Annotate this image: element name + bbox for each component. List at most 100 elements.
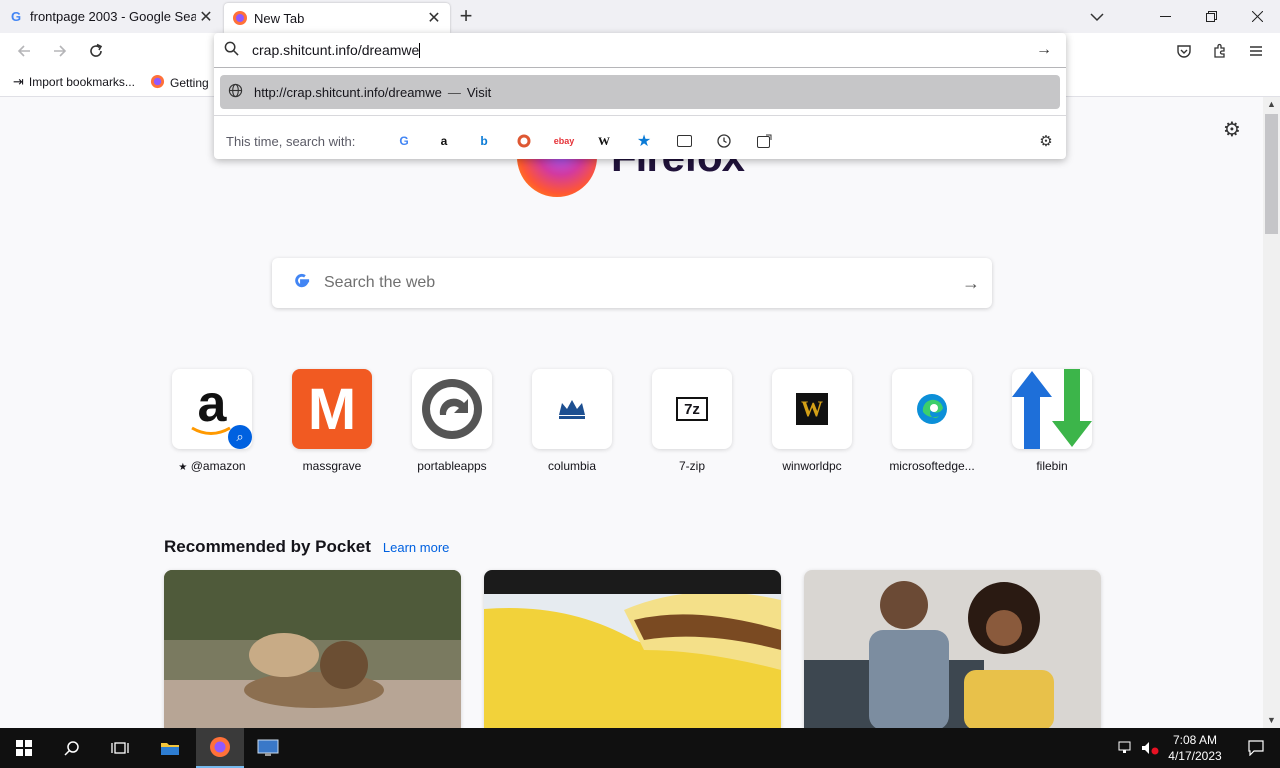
search-placeholder: Search the web xyxy=(324,274,436,291)
portableapps-icon xyxy=(412,369,492,449)
tab-strip: G frontpage 2003 - Google Search ✕ New T… xyxy=(0,0,1280,33)
url-suggestion-visit[interactable]: http://crap.shitcunt.info/dreamwe — Visi… xyxy=(220,75,1060,109)
taskbar-clock[interactable]: 7:08 AM 4/17/2023 xyxy=(1163,732,1227,764)
search-go-arrow-icon[interactable]: → xyxy=(962,273,992,294)
quick-actions-icon[interactable] xyxy=(752,129,776,153)
scroll-down-arrow-icon[interactable]: ▼ xyxy=(1263,713,1280,728)
back-button[interactable] xyxy=(11,38,37,64)
scroll-up-arrow-icon[interactable]: ▲ xyxy=(1263,97,1280,112)
shortcut-label: 7-zip xyxy=(678,459,705,473)
restore-button[interactable] xyxy=(1188,0,1234,33)
tab-google-search[interactable]: G frontpage 2003 - Google Search ✕ xyxy=(0,0,222,33)
shortcut-columbia[interactable]: columbia xyxy=(524,369,620,473)
7zip-icon: 7z xyxy=(652,369,732,449)
shortcut-amazon[interactable]: a ⌕ ★ @amazon xyxy=(164,369,260,473)
urlbar[interactable]: crap.shitcunt.info/dreamwe → xyxy=(214,33,1066,68)
shortcut-7zip[interactable]: 7z 7-zip xyxy=(644,369,740,473)
firefox-icon xyxy=(210,737,230,757)
urlbar-input[interactable]: crap.shitcunt.info/dreamwe xyxy=(252,42,1036,59)
shortcut-massgrave[interactable]: M massgrave xyxy=(284,369,380,473)
pocket-card-banana[interactable] xyxy=(484,570,781,728)
edge-icon xyxy=(892,369,972,449)
reload-button[interactable] xyxy=(83,38,109,64)
app-menu-button[interactable] xyxy=(1243,38,1269,64)
go-arrow-icon[interactable]: → xyxy=(1036,41,1066,59)
taskbar-search-button[interactable] xyxy=(48,728,96,768)
text-caret xyxy=(419,43,421,59)
extensions-button[interactable] xyxy=(1207,38,1233,64)
new-tab-button[interactable]: + xyxy=(454,5,478,29)
file-explorer-button[interactable] xyxy=(146,728,194,768)
google-icon xyxy=(292,271,312,296)
search-with-label: This time, search with: xyxy=(226,133,356,149)
page-scrollbar[interactable]: ▲ ▼ xyxy=(1263,97,1280,728)
forward-button[interactable] xyxy=(47,38,73,64)
bookmarks-star-icon[interactable]: ★ xyxy=(632,129,656,153)
close-tab-icon[interactable]: ✕ xyxy=(424,8,444,28)
close-tab-icon[interactable]: ✕ xyxy=(196,7,216,27)
network-tray-icon[interactable] xyxy=(1114,728,1138,768)
task-view-button[interactable] xyxy=(96,728,144,768)
shortcut-microsoftedge[interactable]: microsoftedge... xyxy=(884,369,980,473)
bing-engine-icon[interactable]: b xyxy=(472,129,496,153)
clock-date: 4/17/2023 xyxy=(1168,749,1222,763)
shortcut-label: columbia xyxy=(547,459,597,473)
task-view-icon xyxy=(111,742,129,754)
filebin-arrows-icon xyxy=(1012,369,1092,449)
massgrave-icon: M xyxy=(292,369,372,449)
search-shortcut-badge-icon: ⌕ xyxy=(228,425,252,449)
pocket-card-lions[interactable] xyxy=(164,570,461,728)
wikipedia-engine-icon[interactable]: W xyxy=(592,129,616,153)
shortcut-label: microsoftedge... xyxy=(889,459,975,473)
search-icon xyxy=(64,741,79,756)
start-button[interactable] xyxy=(0,728,48,768)
bookmark-label: Import bookmarks... xyxy=(28,75,135,89)
pin-icon: ★ xyxy=(178,462,188,473)
remote-desktop-button[interactable] xyxy=(244,728,292,768)
list-all-tabs-icon[interactable] xyxy=(1074,0,1120,33)
new-tab-page: ⚙ Firefox Search the web → a ⌕ ★ @amazon… xyxy=(0,97,1263,728)
google-engine-icon[interactable]: G xyxy=(392,129,416,153)
volume-muted-tray-icon[interactable] xyxy=(1138,728,1162,768)
pocket-section-header: Recommended by Pocket Learn more xyxy=(164,537,449,557)
shortcut-winworldpc[interactable]: W winworldpc xyxy=(764,369,860,473)
search-settings-gear-icon[interactable]: ⚙ xyxy=(1034,129,1058,153)
amazon-icon: a ⌕ xyxy=(172,369,252,449)
web-search-box[interactable]: Search the web → xyxy=(272,258,992,308)
shortcut-portableapps[interactable]: portableapps xyxy=(404,369,500,473)
notifications-button[interactable] xyxy=(1232,728,1280,768)
notification-icon xyxy=(1248,740,1264,756)
pocket-icon xyxy=(1177,45,1191,58)
clock-time: 7:08 AM xyxy=(1172,733,1218,747)
firefox-icon xyxy=(150,74,165,92)
ebay-engine-icon[interactable]: ebay xyxy=(552,129,576,153)
pocket-learn-more-link[interactable]: Learn more xyxy=(383,540,449,555)
firefox-taskbar-button[interactable] xyxy=(196,728,244,768)
winworld-icon: W xyxy=(772,369,852,449)
tab-new-tab[interactable]: New Tab ✕ xyxy=(224,3,450,33)
amazon-engine-icon[interactable]: a xyxy=(432,129,456,153)
shortcut-filebin[interactable]: filebin xyxy=(1004,369,1100,473)
bookmark-import[interactable]: ⇥ Import bookmarks... xyxy=(13,74,135,90)
scrollbar-thumb[interactable] xyxy=(1265,114,1278,234)
pocket-title: Recommended by Pocket xyxy=(164,537,371,556)
tabs-icon[interactable] xyxy=(672,129,696,153)
urlbar-panel: crap.shitcunt.info/dreamwe → http://crap… xyxy=(214,33,1066,159)
one-off-search-bar: This time, search with: G a b ebay W ★ ⚙ xyxy=(226,129,1056,153)
duckduckgo-engine-icon[interactable] xyxy=(512,129,536,153)
columbia-crown-icon xyxy=(532,369,612,449)
bookmark-label: Getting xyxy=(170,76,209,90)
suggestion-url: http://crap.shitcunt.info/dreamwe xyxy=(254,84,442,100)
pocket-card-couple[interactable] xyxy=(804,570,1101,728)
pocket-button[interactable] xyxy=(1171,38,1197,64)
history-clock-icon[interactable] xyxy=(712,129,736,153)
remote-desktop-icon xyxy=(257,739,279,756)
close-window-button[interactable] xyxy=(1234,0,1280,33)
puzzle-icon xyxy=(1214,43,1225,58)
minimize-button[interactable] xyxy=(1142,0,1188,33)
search-icon xyxy=(224,41,244,59)
newtab-settings-gear-icon[interactable]: ⚙ xyxy=(1220,117,1244,141)
back-arrow-icon xyxy=(17,45,30,57)
bookmark-getting-started[interactable]: Getting xyxy=(150,74,209,92)
tab-title: frontpage 2003 - Google Search xyxy=(30,9,196,24)
